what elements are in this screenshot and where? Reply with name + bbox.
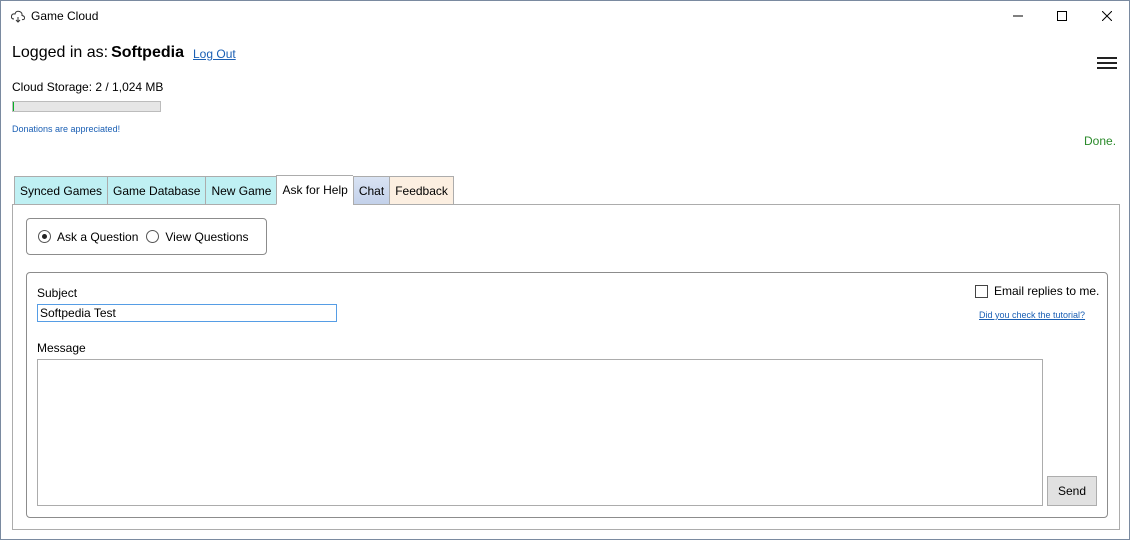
question-mode-group: Ask a Question View Questions (26, 218, 267, 255)
ask-for-help-panel: Ask a Question View Questions Subject Me… (12, 204, 1120, 530)
tab-synced-games[interactable]: Synced Games (14, 176, 108, 205)
email-replies-checkbox[interactable]: Email replies to me. (975, 284, 1099, 298)
checkbox[interactable] (975, 284, 988, 298)
close-icon (1102, 11, 1112, 21)
logged-in-prefix: Logged in as: (12, 44, 109, 61)
subject-input[interactable] (37, 304, 337, 322)
tab-chat[interactable]: Chat (352, 176, 390, 205)
login-status: Logged in as: Softpedia (12, 44, 184, 62)
tab-ask-for-help[interactable]: Ask for Help (276, 175, 353, 205)
email-replies-label: Email replies to me. (994, 284, 1100, 298)
question-form: Subject Message Email replies to me. Did… (26, 272, 1108, 518)
message-label: Message (37, 341, 86, 355)
tab-feedback[interactable]: Feedback (389, 176, 454, 205)
title-bar[interactable]: Game Cloud (1, 1, 1129, 31)
view-questions-radio[interactable]: View Questions (146, 229, 249, 244)
subject-label: Subject (37, 286, 78, 300)
tutorial-link[interactable]: Did you check the tutorial? (979, 310, 1085, 320)
minimize-icon (1013, 15, 1023, 17)
ask-question-radio[interactable]: Ask a Question (38, 230, 138, 244)
maximize-button[interactable] (1039, 1, 1085, 31)
radio-button[interactable] (146, 230, 160, 243)
ask-question-label: Ask a Question (57, 229, 139, 244)
close-button[interactable] (1084, 1, 1130, 31)
logout-link[interactable]: Log Out (193, 47, 236, 61)
app-window: Game Cloud Logged in as: Softpedia Log Ou… (0, 0, 1130, 540)
message-textarea[interactable] (37, 359, 1043, 506)
cloud-storage-label: Cloud Storage: 2 / 1,024 MB (12, 80, 164, 94)
tab-game-database[interactable]: Game Database (107, 176, 206, 205)
window-title: Game Cloud (31, 9, 99, 23)
radio-button-checked[interactable] (38, 230, 51, 243)
minimize-button[interactable] (995, 1, 1041, 31)
hamburger-menu-icon[interactable] (1097, 57, 1117, 71)
maximize-icon (1057, 11, 1067, 21)
view-questions-label: View Questions (165, 229, 249, 244)
username: Softpedia (111, 44, 184, 61)
send-button[interactable]: Send (1047, 476, 1097, 506)
tab-strip: Synced Games Game Database New Game Ask … (14, 175, 454, 205)
cloud-game-icon (10, 8, 26, 24)
donations-link[interactable]: Donations are appreciated! (12, 124, 120, 134)
tab-new-game[interactable]: New Game (205, 176, 277, 205)
cloud-storage-progress (12, 101, 161, 112)
status-text: Done. (1084, 134, 1117, 148)
